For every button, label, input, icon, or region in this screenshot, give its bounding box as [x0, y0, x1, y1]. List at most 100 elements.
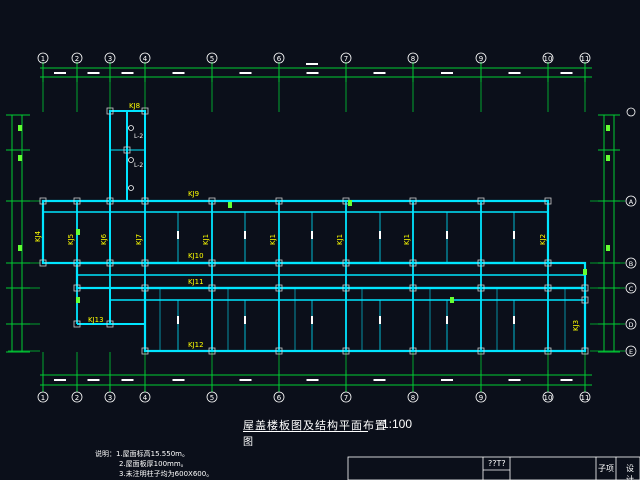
note-line: 2.屋面板厚100mm。	[119, 460, 188, 468]
note-line: 说明：1.屋面标高15.550m。	[95, 450, 189, 458]
axis-label: 9	[479, 394, 483, 402]
dimension-text	[373, 379, 386, 381]
frame-label-vertical: KJ7	[135, 234, 143, 245]
marker	[606, 245, 610, 251]
dimension-text	[239, 72, 252, 74]
drawing-notes: 说明：1.屋面标高15.550m。 2.屋面板厚100mm。 3.未注明柱子均为…	[95, 449, 213, 479]
dimension-text	[441, 72, 453, 74]
dimension-text	[306, 63, 318, 65]
dimension-text	[87, 72, 100, 74]
axis-label: C	[629, 285, 634, 293]
axis-label: 3	[108, 394, 112, 402]
cad-drawing-canvas: 1 1 2 2 3 3 4 4 5 5 6 6 7 7 8 8 9 9 10 10 11 11 A B C D E KJ8 KJ9 KJ1…	[0, 0, 640, 480]
marker	[18, 245, 22, 251]
frame-label-horizontal: KJ9	[188, 190, 199, 198]
dimension-text	[121, 72, 134, 74]
slab-mark	[446, 231, 448, 239]
marker	[583, 269, 587, 275]
marker	[76, 297, 80, 303]
marker	[450, 297, 454, 303]
axis-label: 5	[210, 55, 214, 63]
dimension-text	[560, 379, 573, 381]
marker	[228, 202, 232, 208]
frame-label-horizontal: KJ13	[88, 316, 104, 324]
dimension-text	[54, 72, 66, 74]
dimension-text	[239, 379, 252, 381]
marker	[18, 155, 22, 161]
slab-mark	[128, 157, 134, 163]
slab-mark	[177, 231, 179, 239]
title-block-cell: 子项	[598, 464, 614, 473]
axis-label: 6	[277, 55, 282, 63]
slab-mark	[128, 125, 134, 131]
axis-label: 5	[210, 394, 214, 402]
beam-label: L-2	[134, 133, 143, 140]
axis-label: 8	[411, 394, 415, 402]
drawing-title-line2: 图	[243, 437, 253, 448]
dimension-text	[121, 379, 134, 381]
marker	[76, 229, 80, 235]
axis-label: E	[629, 348, 633, 356]
beam-label: L-2	[134, 162, 143, 169]
dimension-text	[172, 72, 185, 74]
dimension-text	[306, 379, 319, 381]
axis-label: 1	[41, 394, 45, 402]
dimension-text	[172, 379, 185, 381]
frame-label-horizontal: KJ11	[188, 278, 204, 286]
title-block-cell: 设计	[626, 464, 634, 480]
slab-mark	[311, 316, 313, 324]
dimension-text	[54, 379, 66, 381]
marker	[18, 125, 22, 131]
frame-label-horizontal: KJ12	[188, 341, 204, 349]
marker	[348, 200, 352, 206]
axis-label: 1	[41, 55, 45, 63]
slab-mark	[177, 316, 179, 324]
axis-label: 11	[581, 55, 590, 63]
axis-label: A	[629, 198, 634, 206]
frame-label-vertical: KJ2	[539, 234, 547, 245]
frame-label-vertical: KJ1	[202, 234, 210, 245]
axis-label: 10	[544, 55, 553, 63]
slab-mark	[513, 231, 515, 239]
axis-label: 2	[75, 55, 79, 63]
dimension-text	[87, 379, 100, 381]
slab-mark	[244, 316, 246, 324]
axis-label: 9	[479, 55, 483, 63]
dimension-text	[441, 379, 453, 381]
slab-mark	[244, 231, 246, 239]
frame-label-vertical: KJ1	[269, 234, 277, 245]
axis-label: 7	[344, 394, 348, 402]
slab-mark	[311, 231, 313, 239]
frame-label-horizontal: KJ8	[129, 102, 140, 110]
slab-mark	[379, 231, 381, 239]
dimension-text	[508, 72, 521, 74]
axis-label: 2	[75, 394, 79, 402]
axis-label: 7	[344, 55, 348, 63]
frame-outline	[41, 199, 550, 265]
frame-label-vertical: KJ4	[34, 230, 42, 242]
dimension-text	[306, 72, 319, 74]
axis-label: 4	[143, 55, 148, 63]
dimension-text	[508, 379, 521, 381]
structural-plan-drawing: 11223344556677889910101111ABCDEKJ8KJ9KJ1…	[6, 52, 640, 480]
axis-label: 3	[108, 55, 112, 63]
axis-label: 6	[277, 394, 282, 402]
note-line: 3.未注明柱子均为600X600。	[119, 470, 214, 478]
drawing-scale: 1:100	[382, 417, 413, 431]
axis-label: 4	[143, 394, 148, 402]
axis-label: B	[629, 260, 633, 268]
slab-mark	[446, 316, 448, 324]
axis-label: 10	[544, 394, 553, 402]
marker	[606, 125, 610, 131]
frame-label-vertical: KJ3	[572, 320, 580, 331]
slab-mark	[128, 185, 134, 191]
frame-label-vertical: KJ1	[336, 234, 344, 245]
title-underline	[243, 431, 368, 432]
frame-label-vertical: KJ6	[100, 233, 108, 245]
frame-label-vertical: KJ1	[403, 234, 411, 245]
title-block-cell: ??T?	[488, 459, 506, 468]
dimension-text	[373, 72, 386, 74]
marker	[606, 155, 610, 161]
slab-mark	[513, 316, 515, 324]
frame-outline	[143, 286, 587, 353]
